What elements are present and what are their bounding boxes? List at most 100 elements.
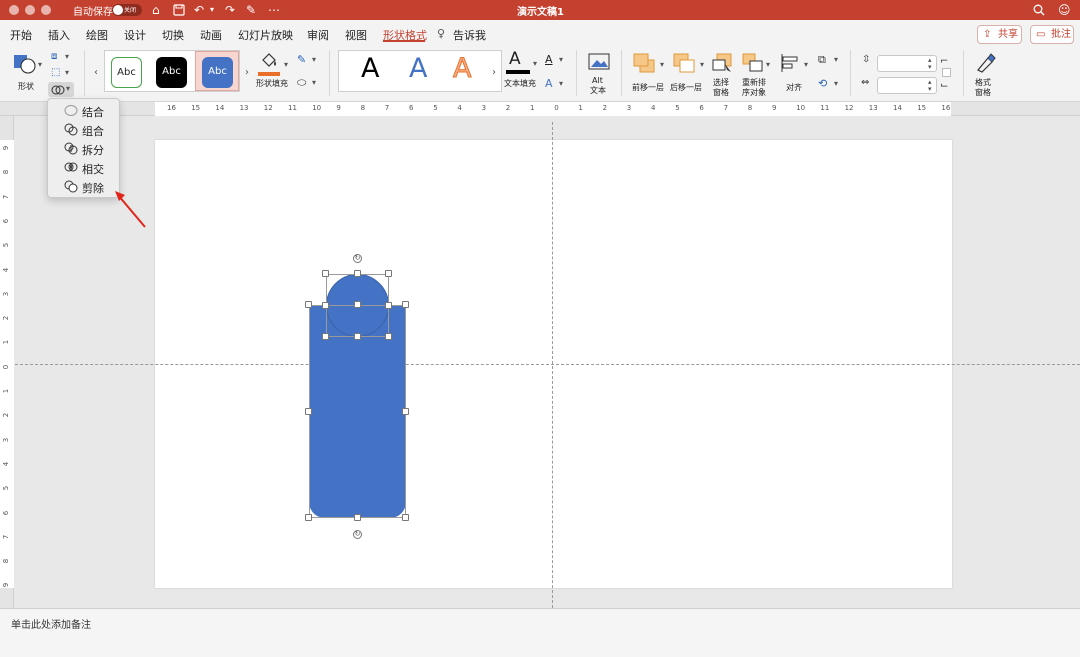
resize-handle[interactable]	[354, 301, 361, 308]
chevron-down-icon: ▾	[766, 60, 771, 69]
vertical-guide[interactable]	[552, 122, 553, 608]
tab-insert[interactable]: 插入	[48, 27, 70, 43]
resize-handle[interactable]	[354, 270, 361, 277]
tab-design[interactable]: 设计	[124, 27, 146, 43]
edit-icon[interactable]: ✎	[246, 2, 256, 18]
gallery-next-icon[interactable]: ›	[245, 67, 249, 78]
ruler-tick-label: 4	[457, 104, 462, 112]
resize-handle[interactable]	[322, 333, 329, 340]
text-fill-icon: A	[509, 49, 521, 69]
shape-style-outline[interactable]: Abc	[111, 57, 142, 88]
text-box-icon[interactable]: ⬚	[51, 67, 60, 78]
ribbon-separator	[84, 50, 85, 96]
rotate-handle[interactable]: ↻	[353, 530, 362, 539]
shapes-button[interactable]: ▾ 形状	[8, 50, 44, 94]
menu-item-intersect[interactable]: 相交	[48, 158, 121, 177]
resize-handle[interactable]	[305, 408, 312, 415]
chevron-down-icon[interactable]: ▾	[210, 2, 214, 18]
wordart-style-black[interactable]: A	[361, 53, 379, 84]
send-backward-button[interactable]: ▾ 后移一层	[670, 50, 708, 94]
ruler-tick-label: 3	[481, 104, 487, 112]
reorder-objects-button[interactable]: ▾ 重新排 序对象	[740, 50, 774, 98]
save-icon[interactable]	[173, 2, 185, 20]
resize-handle[interactable]	[354, 333, 361, 340]
share-button[interactable]: ⇪ 共享	[977, 25, 1022, 44]
tab-animations[interactable]: 动画	[200, 27, 222, 43]
autosave-toggle[interactable]: 关闭	[112, 4, 142, 16]
stepper-down-icon[interactable]: ▾	[928, 85, 932, 93]
wordart-gallery: A A A	[338, 50, 502, 92]
combine-icon	[64, 123, 78, 136]
home-icon[interactable]: ⌂	[152, 2, 160, 18]
ruler-tick-label: 4	[2, 267, 11, 272]
resize-handle[interactable]	[402, 408, 409, 415]
ruler-tick-label: 13	[239, 104, 249, 112]
resize-handle[interactable]	[305, 301, 312, 308]
tab-draw[interactable]: 绘图	[86, 27, 108, 43]
notes-pane[interactable]: 单击此处添加备注	[0, 608, 1080, 657]
rotate-handle[interactable]: ↻	[353, 254, 362, 263]
stepper-down-icon[interactable]: ▾	[928, 63, 932, 71]
horizontal-guide[interactable]	[15, 364, 1080, 365]
search-icon[interactable]	[1033, 2, 1045, 20]
zoom-window-button[interactable]	[41, 5, 51, 15]
format-pane-button[interactable]: 格式 窗格	[972, 50, 1000, 98]
intersect-icon	[64, 162, 78, 172]
shape-effects-icon[interactable]: ⬭	[297, 76, 306, 90]
merge-shapes-button[interactable]: ▾	[48, 82, 74, 97]
shape-height-input[interactable]: ▴ ▾	[877, 55, 937, 72]
bring-forward-button[interactable]: ▾ 前移一层	[630, 50, 668, 94]
menu-item-fragment[interactable]: 拆分	[48, 139, 121, 158]
align-button[interactable]: ▾ 对齐	[778, 50, 812, 94]
resize-handle[interactable]	[385, 333, 392, 340]
text-effects-icon[interactable]: A	[545, 77, 553, 90]
close-window-button[interactable]	[9, 5, 19, 15]
gallery-prev-icon[interactable]: ‹	[94, 67, 98, 78]
selection-pane-button[interactable]: 选择 窗格	[710, 50, 736, 98]
undo-icon[interactable]: ↶	[194, 2, 204, 18]
account-icon[interactable]: ☺	[1058, 2, 1071, 18]
resize-handle[interactable]	[402, 514, 409, 521]
lock-aspect-icon[interactable]: ⌐	[940, 56, 948, 67]
chevron-down-icon: ▾	[700, 60, 705, 69]
menu-item-union[interactable]: 结合	[48, 101, 121, 120]
ribbon-separator	[621, 50, 622, 96]
tab-tell-me[interactable]: 告诉我	[453, 27, 486, 43]
shape-outline-icon[interactable]: ✎	[297, 53, 306, 66]
more-icon[interactable]: ⋯	[268, 2, 280, 18]
tab-slideshow[interactable]: 幻灯片放映	[238, 27, 293, 43]
shape-width-input[interactable]: ▴ ▾	[877, 77, 937, 94]
tab-transitions[interactable]: 切换	[162, 27, 184, 43]
wordart-style-orange[interactable]: A	[452, 53, 472, 85]
lock-aspect-toggle[interactable]	[942, 68, 951, 77]
group-objects-icon[interactable]: ⧉	[818, 53, 826, 67]
redo-icon[interactable]: ↷	[225, 2, 235, 18]
text-outline-icon[interactable]: A	[545, 53, 553, 66]
resize-handle[interactable]	[402, 301, 409, 308]
menu-item-combine[interactable]: 组合	[48, 120, 121, 139]
resize-handle[interactable]	[354, 514, 361, 521]
ruler-tick-label: 5	[2, 242, 11, 248]
ruler-tick-label: 11	[820, 104, 830, 112]
chevron-down-icon: ▾	[834, 79, 839, 88]
comment-button[interactable]: ▭ 批注	[1030, 25, 1074, 44]
resize-handle[interactable]	[322, 302, 329, 309]
resize-handle[interactable]	[322, 270, 329, 277]
tab-home[interactable]: 开始	[10, 27, 32, 43]
tab-view[interactable]: 视图	[345, 27, 367, 43]
edit-shape-icon[interactable]: ⧈	[51, 51, 57, 62]
wordart-style-blue[interactable]: A	[409, 53, 427, 84]
alt-text-button[interactable]: Alt 文本	[586, 50, 614, 98]
shape-style-blue[interactable]: Abc	[202, 57, 233, 88]
resize-handle[interactable]	[385, 302, 392, 309]
resize-handle[interactable]	[385, 270, 392, 277]
shape-style-dark[interactable]: Abc	[156, 57, 187, 88]
ruler-tick-label: 7	[2, 534, 11, 540]
minimize-window-button[interactable]	[25, 5, 35, 15]
merge-shapes-icon	[51, 85, 65, 95]
chevron-down-icon: ▾	[284, 60, 289, 69]
rotate-icon[interactable]: ⟲	[818, 77, 827, 90]
tab-review[interactable]: 审阅	[307, 27, 329, 43]
resize-handle[interactable]	[305, 514, 312, 521]
gallery-next-icon[interactable]: ›	[492, 67, 496, 78]
